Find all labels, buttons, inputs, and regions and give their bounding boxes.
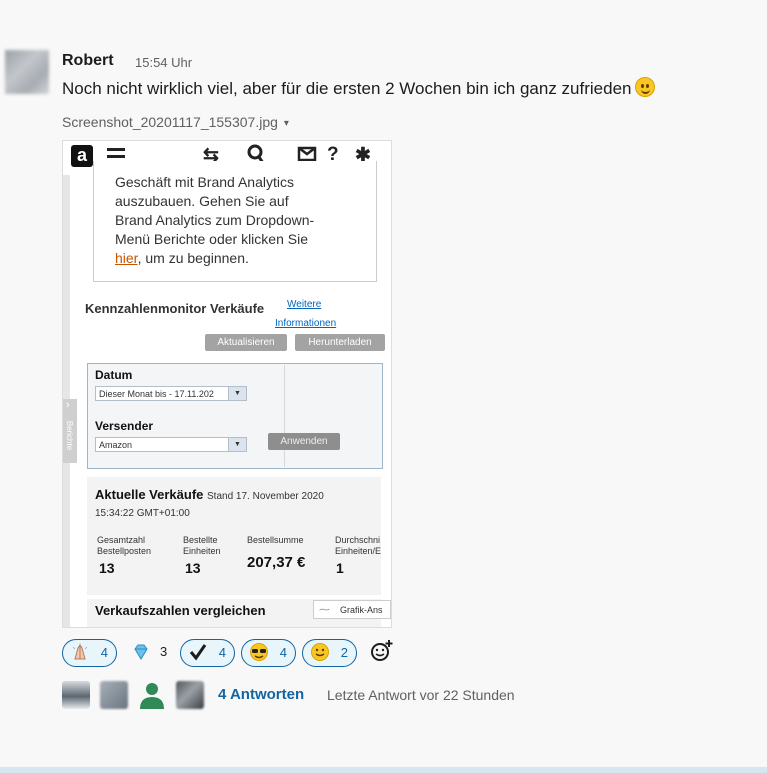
dropdown-arrow-icon: ▼ xyxy=(228,387,246,400)
dropdown-arrow-icon: ▼ xyxy=(228,438,246,451)
reaction-count: 4 xyxy=(218,645,226,660)
user-icon xyxy=(140,683,164,709)
author-name[interactable]: Robert xyxy=(62,52,114,70)
date-select: Dieser Monat bis - 17.11.202 ▼ xyxy=(95,386,247,401)
metric-value: 1 xyxy=(336,560,344,576)
info-line: Brand Analytics zum Dropdown- xyxy=(115,212,315,228)
reply-avatar[interactable] xyxy=(62,681,90,709)
thread-replies-link[interactable]: 4 Antworten xyxy=(218,686,304,703)
info-line: hier, um zu beginnen. xyxy=(115,249,345,268)
reply-avatar[interactable] xyxy=(138,681,166,709)
metric-label: Gesamtzahl Bestellposten xyxy=(97,535,152,556)
reports-side-tab: › Berichte xyxy=(63,399,77,463)
metric-value: 207,37 € xyxy=(247,554,306,571)
add-reaction-button[interactable] xyxy=(369,638,397,666)
message-body: Noch nicht wirklich viel, aber für die e… xyxy=(62,79,632,98)
metric-label: Durchschni Einheiten/E xyxy=(335,535,382,556)
kpi-title: Kennzahlenmonitor Verkäufe xyxy=(85,301,265,316)
thread-last-reply: Letzte Antwort vor 22 Stunden xyxy=(327,687,515,703)
gem-emoji-icon xyxy=(134,644,148,660)
metric-label: Bestellsumme xyxy=(247,535,304,545)
shipper-select: Amazon ▼ xyxy=(95,437,247,452)
reaction-count: 2 xyxy=(340,645,348,660)
chart-view-button-label: Grafik-Ans xyxy=(340,605,383,615)
compare-title: Verkaufszahlen vergleichen xyxy=(95,603,266,618)
reaction-sunglasses[interactable]: 4 xyxy=(241,639,296,667)
reports-side-tab-label: Berichte xyxy=(65,420,75,451)
pray-emoji-icon xyxy=(72,643,88,660)
info-tail: , um zu beginnen. xyxy=(137,250,249,266)
reaction-slightly-smiling[interactable]: 2 xyxy=(302,639,357,667)
attachment-filename[interactable]: Screenshot_20201117_155307.jpg xyxy=(62,114,278,130)
attachment-image[interactable]: a ⇆ ? ✱ › Berichte Geschäft mit Brand An… xyxy=(62,140,392,628)
current-sales-time: 15:34:22 GMT+01:00 xyxy=(95,508,190,519)
reply-avatar[interactable] xyxy=(100,681,128,709)
apply-button: Anwenden xyxy=(268,433,340,450)
reaction-count: 3 xyxy=(160,644,168,659)
message-timestamp[interactable]: 15:54 Uhr xyxy=(135,55,192,70)
attachment-title[interactable]: Screenshot_20201117_155307.jpg ▾ xyxy=(62,114,289,130)
current-sales-heading: Aktuelle Verkäufe Stand 17. November 202… xyxy=(95,487,324,502)
refresh-button: Aktualisieren xyxy=(205,334,287,351)
shipper-select-value: Amazon xyxy=(99,440,133,450)
bottom-divider xyxy=(0,767,767,773)
info-line: auszubauen. Gehen Sie auf xyxy=(115,193,289,209)
reply-avatar[interactable] xyxy=(176,681,204,709)
more-info-link: Weitere xyxy=(287,299,322,310)
add-emoji-icon xyxy=(371,640,393,661)
info-text: Geschäft mit Brand Analytics auszubauen.… xyxy=(115,173,345,268)
line-chart-icon: ⁓ xyxy=(319,604,330,616)
info-link: hier xyxy=(115,250,138,266)
sunglasses-emoji-icon xyxy=(250,643,268,661)
filter-divider xyxy=(284,365,285,467)
chevron-down-icon[interactable]: ▾ xyxy=(284,118,289,129)
info-line: Geschäft mit Brand Analytics xyxy=(115,174,294,190)
current-sales-title: Aktuelle Verkäufe xyxy=(95,487,204,502)
heavy-check-icon xyxy=(189,644,207,661)
amazon-logo-icon: a xyxy=(71,145,93,167)
author-avatar[interactable] xyxy=(5,50,49,94)
info-line: Menü Berichte oder klicken Sie xyxy=(115,231,308,247)
date-select-value: Dieser Monat bis - 17.11.202 xyxy=(99,389,214,399)
chart-view-button: ⁓ Grafik-Ans xyxy=(313,600,391,619)
reaction-heavy-check[interactable]: 4 xyxy=(180,639,235,667)
reaction-gem[interactable]: 3 xyxy=(124,639,176,667)
slightly-smiling-emoji-icon xyxy=(635,77,656,97)
metric-label: Bestellte Einheiten xyxy=(183,535,221,556)
reaction-count: 4 xyxy=(100,645,108,660)
message-text: Noch nicht wirklich viel, aber für die e… xyxy=(62,77,656,99)
current-sales-stand: Stand 17. November 2020 xyxy=(207,491,324,502)
more-info-link-2: Informationen xyxy=(275,318,337,329)
reaction-count: 4 xyxy=(279,645,287,660)
reaction-pray[interactable]: 4 xyxy=(62,639,117,667)
shipper-label: Versender xyxy=(95,419,154,433)
metric-value: 13 xyxy=(99,560,115,576)
download-button: Herunterladen xyxy=(295,334,385,351)
metric-value: 13 xyxy=(185,560,201,576)
slightly-smiling-emoji-icon xyxy=(311,643,329,661)
date-label: Datum xyxy=(95,368,133,382)
chevron-right-icon: › xyxy=(66,399,70,411)
